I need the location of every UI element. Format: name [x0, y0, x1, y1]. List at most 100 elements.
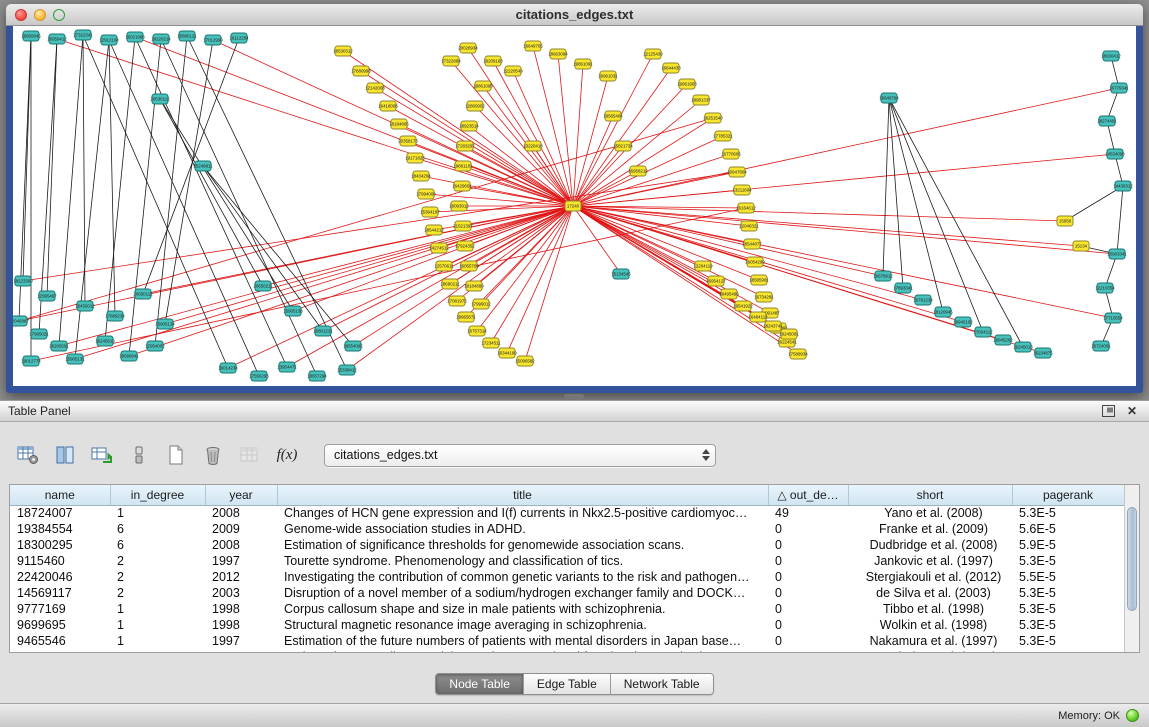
graph-node[interactable]: 16418008 — [378, 101, 398, 111]
graph-node[interactable]: 16801221 — [313, 326, 333, 336]
graph-node[interactable]: 22046321 — [739, 221, 759, 231]
graph-node[interactable]: 12995467 — [37, 291, 57, 301]
graph-node[interactable]: 17322341 — [73, 30, 93, 40]
graph-node[interactable]: 12570611 — [434, 261, 454, 271]
graph-node[interactable]: 26206501 — [49, 341, 69, 351]
graph-node[interactable]: 13220418 — [523, 141, 543, 151]
graph-node[interactable]: 12210354 — [1095, 283, 1115, 293]
graph-node[interactable]: 16649705 — [523, 41, 543, 51]
graph-node[interactable]: 15249811 — [193, 161, 213, 171]
graph-node[interactable]: 16791234 — [913, 295, 933, 305]
graph-node[interactable]: 10647804 — [727, 167, 747, 177]
graph-node[interactable]: 16344199 — [497, 348, 517, 358]
graph-node[interactable]: 17994008 — [416, 189, 436, 199]
graph-node[interactable]: 18585901 — [749, 275, 769, 285]
graph-node[interactable]: 16679912 — [873, 271, 893, 281]
table-row[interactable]: 911546021997Tourette syndrome. Phenomeno… — [10, 553, 1124, 569]
column-header-in_degree[interactable]: in_degree — [110, 485, 205, 505]
graph-node[interactable]: 15905131 — [65, 354, 85, 364]
graph-node[interactable]: 12142008 — [365, 83, 385, 93]
graph-node[interactable]: 19245001 — [779, 329, 799, 339]
column-header-name[interactable]: name — [10, 485, 110, 505]
graph-node[interactable]: 18530312 — [333, 46, 353, 56]
graph-node[interactable]: 16724001 — [1091, 341, 1111, 351]
float-panel-icon[interactable] — [1099, 403, 1117, 419]
table-row[interactable]: 946554611997Estimation of the future num… — [10, 633, 1124, 649]
graph-node[interactable]: 17893341 — [893, 283, 913, 293]
graph-node[interactable]: 20358173 — [398, 136, 418, 146]
graph-node[interactable]: 20650112 — [133, 289, 153, 299]
show-columns-icon[interactable] — [51, 442, 79, 468]
column-header-short[interactable]: short — [848, 485, 1012, 505]
graph-node[interactable]: 12204119 — [693, 261, 713, 271]
graph-node[interactable]: 15134 — [1073, 241, 1089, 251]
graph-node[interactable]: 16014234 — [218, 363, 238, 373]
graph-node[interactable]: 15958 — [1057, 216, 1073, 226]
graph-node[interactable]: 21521397 — [453, 221, 473, 231]
graph-node[interactable]: 18923514 — [459, 121, 479, 131]
graph-node[interactable]: 15905134 — [155, 319, 175, 329]
graph-node[interactable]: 15134545 — [611, 269, 631, 279]
graph-node[interactable]: 16958212 — [628, 166, 648, 176]
graph-node[interactable]: 17283297 — [455, 141, 475, 151]
graph-node[interactable]: 19961903 — [677, 79, 697, 89]
column-header-title[interactable]: title — [277, 485, 768, 505]
graph-node[interactable]: 18544212 — [424, 225, 444, 235]
graph-node[interactable]: 14274512 — [429, 243, 449, 253]
panel-resize-handle[interactable] — [564, 394, 584, 399]
select-rows-icon[interactable] — [125, 442, 153, 468]
graph-node[interactable]: 18544877 — [742, 239, 762, 249]
graph-node[interactable]: 17999012 — [471, 299, 491, 309]
delete-table-icon[interactable] — [199, 442, 227, 468]
graph-node[interactable]: 16648794 — [879, 93, 899, 103]
graph-node[interactable]: 12860902 — [465, 101, 485, 111]
function-builder-icon[interactable]: f(x) — [273, 442, 301, 468]
graph-node[interactable]: 18950845 — [21, 31, 41, 41]
table-scrollbar[interactable] — [1124, 485, 1139, 652]
graph-node[interactable]: 17240 — [565, 201, 581, 211]
graph-node[interactable]: 10963341 — [1107, 249, 1127, 259]
graph-node[interactable]: 19245013 — [1013, 342, 1033, 352]
graph-node[interactable]: 19171825 — [405, 153, 425, 163]
graph-node[interactable]: 17785321 — [713, 131, 733, 141]
graph-node[interactable]: 14439312 — [1113, 181, 1133, 191]
table-row[interactable]: 1938455462009Genome-wide association stu… — [10, 521, 1124, 537]
table-row[interactable]: 1872400712008Changes of HCN gene express… — [10, 505, 1124, 521]
graph-node[interactable]: 16770606 — [721, 149, 741, 159]
table-row[interactable]: 2242004622012Investigating the contribut… — [10, 569, 1124, 585]
graph-node[interactable]: 18184805 — [389, 119, 409, 129]
graph-node[interactable]: 18663094 — [548, 49, 568, 59]
graph-node[interactable]: 19861091 — [573, 59, 593, 69]
graph-node[interactable]: 18495498 — [719, 289, 739, 299]
graph-node[interactable]: 17924352 — [455, 241, 475, 251]
graph-node[interactable]: 16484112 — [748, 312, 768, 322]
graph-node[interactable]: 16456012 — [75, 301, 95, 311]
graph-node[interactable]: 12912104 — [99, 35, 119, 45]
new-table-icon[interactable] — [162, 442, 190, 468]
graph-node[interactable]: 16234875 — [1033, 348, 1053, 358]
table-source-dropdown[interactable]: citations_edges.txt — [324, 444, 716, 467]
graph-node[interactable]: 17889234 — [105, 311, 125, 321]
graph-node[interactable]: 14534098 — [1105, 149, 1125, 159]
graph-node[interactable]: 15821734 — [613, 141, 633, 151]
graph-node[interactable]: 16164612 — [736, 203, 756, 213]
network-view[interactable]: 1724018530312176809981214200816418008181… — [13, 26, 1136, 386]
graph-node[interactable]: 19565404 — [603, 111, 623, 121]
graph-node[interactable]: 13211604 — [732, 185, 752, 195]
graph-node[interactable]: 12125439 — [643, 49, 663, 59]
graph-node[interactable]: 20650211 — [253, 281, 273, 291]
column-header-out_de[interactable]: △ out_de… — [768, 485, 848, 505]
graph-node[interactable]: 18981337 — [691, 95, 711, 105]
graph-node[interactable]: 13954471 — [277, 362, 297, 372]
graph-node[interactable]: 15364187 — [420, 207, 440, 217]
graph-node[interactable]: 17995021 — [29, 329, 49, 339]
graph-node[interactable]: 18184899 — [464, 281, 484, 291]
tab-network-table[interactable]: Network Table — [611, 674, 713, 694]
graph-node[interactable]: 17081975 — [447, 296, 467, 306]
graph-node[interactable]: 19541922 — [733, 301, 753, 311]
close-panel-icon[interactable]: ✕ — [1123, 403, 1141, 419]
graph-node[interactable]: 17234511 — [481, 338, 501, 348]
graph-node[interactable]: 15890121 — [177, 31, 197, 41]
graph-node[interactable]: 18099941 — [119, 351, 139, 361]
graph-node[interactable]: 12954002 — [145, 341, 165, 351]
